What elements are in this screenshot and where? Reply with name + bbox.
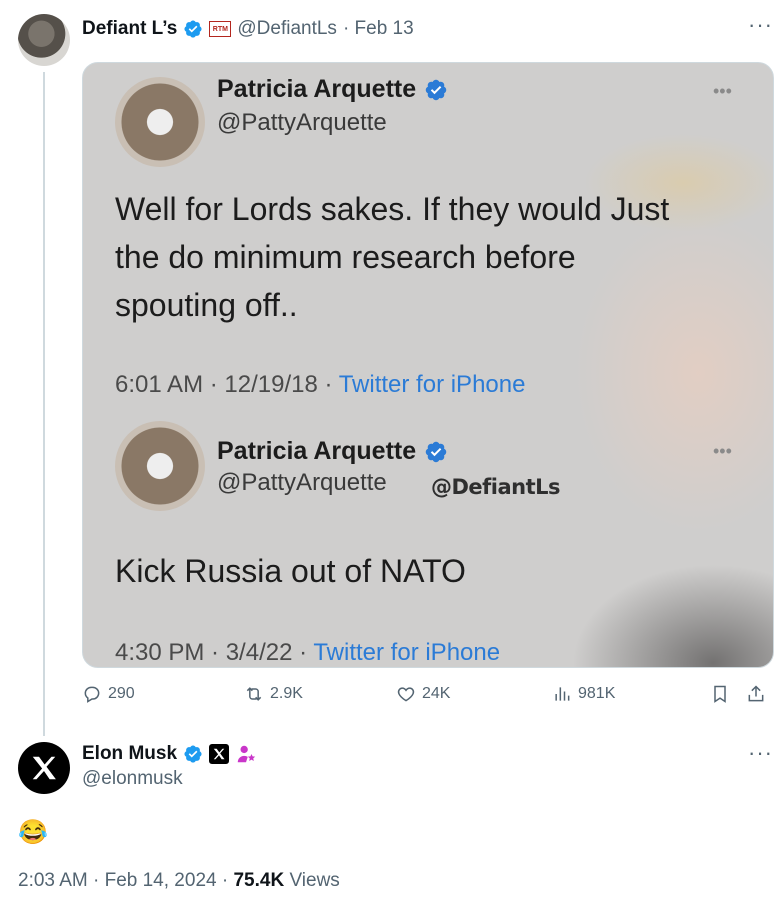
verified-badge-icon bbox=[184, 20, 202, 38]
verified-badge-icon bbox=[425, 79, 447, 100]
tweet-header: Defiant L’s RTM @DefiantLs · Feb 13 bbox=[82, 14, 414, 44]
x-logo-icon bbox=[32, 756, 56, 780]
embedded-tweet-text: Well for Lords sakes. If they would Just… bbox=[115, 191, 670, 323]
affiliate-badge: RTM bbox=[209, 21, 232, 37]
views-button[interactable]: 981K bbox=[552, 684, 615, 704]
repost-button[interactable]: 2.9K bbox=[244, 684, 303, 704]
reply-count: 290 bbox=[108, 685, 135, 702]
heart-icon bbox=[397, 687, 415, 702]
reply-text: 😂 bbox=[18, 819, 48, 846]
embedded-time: 6:01 AM · 12/19/18 · bbox=[115, 371, 339, 398]
background-portrait bbox=[483, 63, 773, 667]
embedded-tweet-text: Kick Russia out of NATO bbox=[115, 553, 466, 589]
share-icon bbox=[748, 685, 764, 702]
repost-icon bbox=[246, 687, 262, 701]
author-name[interactable]: Defiant L’s bbox=[82, 18, 177, 40]
more-horizontal-icon[interactable]: ··· bbox=[748, 12, 773, 38]
reply-icon bbox=[84, 686, 100, 703]
share-button[interactable] bbox=[746, 684, 766, 704]
verified-badge-icon bbox=[425, 441, 447, 462]
person-star-icon bbox=[237, 745, 256, 763]
view-count: 981K bbox=[578, 685, 616, 702]
embedded-more-icon: ••• bbox=[713, 81, 732, 101]
like-button[interactable]: 24K bbox=[396, 684, 450, 704]
thread-connector bbox=[43, 72, 45, 736]
repost-count: 2.9K bbox=[270, 685, 303, 702]
embedded-source: Twitter for iPhone bbox=[338, 371, 526, 398]
embedded-handle: @PattyArquette bbox=[217, 109, 387, 136]
embedded-more-icon: ••• bbox=[713, 441, 732, 461]
more-horizontal-icon[interactable]: ··· bbox=[748, 740, 773, 766]
views-count: 75.4K bbox=[233, 870, 285, 891]
embedded-source: Twitter for iPhone bbox=[313, 639, 501, 666]
embedded-timestamp: 4:30 PM · 3/4/22 · Twitter for iPhone bbox=[115, 639, 500, 667]
embedded-name: Patricia Arquette bbox=[217, 75, 448, 104]
reply-button[interactable]: 290 bbox=[82, 684, 135, 704]
avatar-defiantls[interactable] bbox=[18, 14, 70, 66]
embedded-name-text: Patricia Arquette bbox=[217, 75, 417, 103]
avatar-elonmusk[interactable] bbox=[18, 742, 70, 794]
bookmark-icon bbox=[714, 685, 726, 703]
x-affiliation-icon[interactable] bbox=[209, 744, 230, 764]
views-label: Views bbox=[284, 870, 340, 891]
embedded-handle: @PattyArquette bbox=[217, 469, 387, 496]
analytics-icon bbox=[555, 687, 570, 701]
tweet-date[interactable]: · Feb 13 bbox=[343, 18, 414, 40]
embedded-avatar bbox=[115, 77, 205, 167]
like-count: 24K bbox=[422, 685, 451, 702]
embedded-name-text: Patricia Arquette bbox=[217, 437, 417, 465]
embedded-time: 4:30 PM · 3/4/22 · bbox=[115, 639, 314, 666]
tweet-media-image[interactable]: Patricia Arquette @PattyArquette ••• Wel… bbox=[82, 62, 774, 668]
embedded-timestamp: 6:01 AM · 12/19/18 · Twitter for iPhone bbox=[115, 371, 525, 399]
verified-badge-icon bbox=[184, 745, 202, 763]
reply-timestamp[interactable]: 2:03 AM · Feb 14, 2024 · bbox=[18, 870, 233, 891]
watermark: @DefiantLs bbox=[431, 475, 561, 499]
embedded-name: Patricia Arquette bbox=[217, 437, 448, 466]
embedded-avatar bbox=[115, 421, 205, 511]
tweet-actions: 290 2.9K 24K 981K bbox=[82, 684, 772, 712]
reply-footer: 2:03 AM · Feb 14, 2024 · 75.4K Views bbox=[18, 870, 340, 892]
author-name[interactable]: Elon Musk bbox=[82, 743, 177, 765]
author-handle[interactable]: @elonmusk bbox=[82, 768, 183, 790]
reply-header: Elon Musk bbox=[82, 740, 257, 768]
bookmark-button[interactable] bbox=[710, 684, 730, 704]
author-handle[interactable]: @DefiantLs bbox=[237, 18, 337, 40]
